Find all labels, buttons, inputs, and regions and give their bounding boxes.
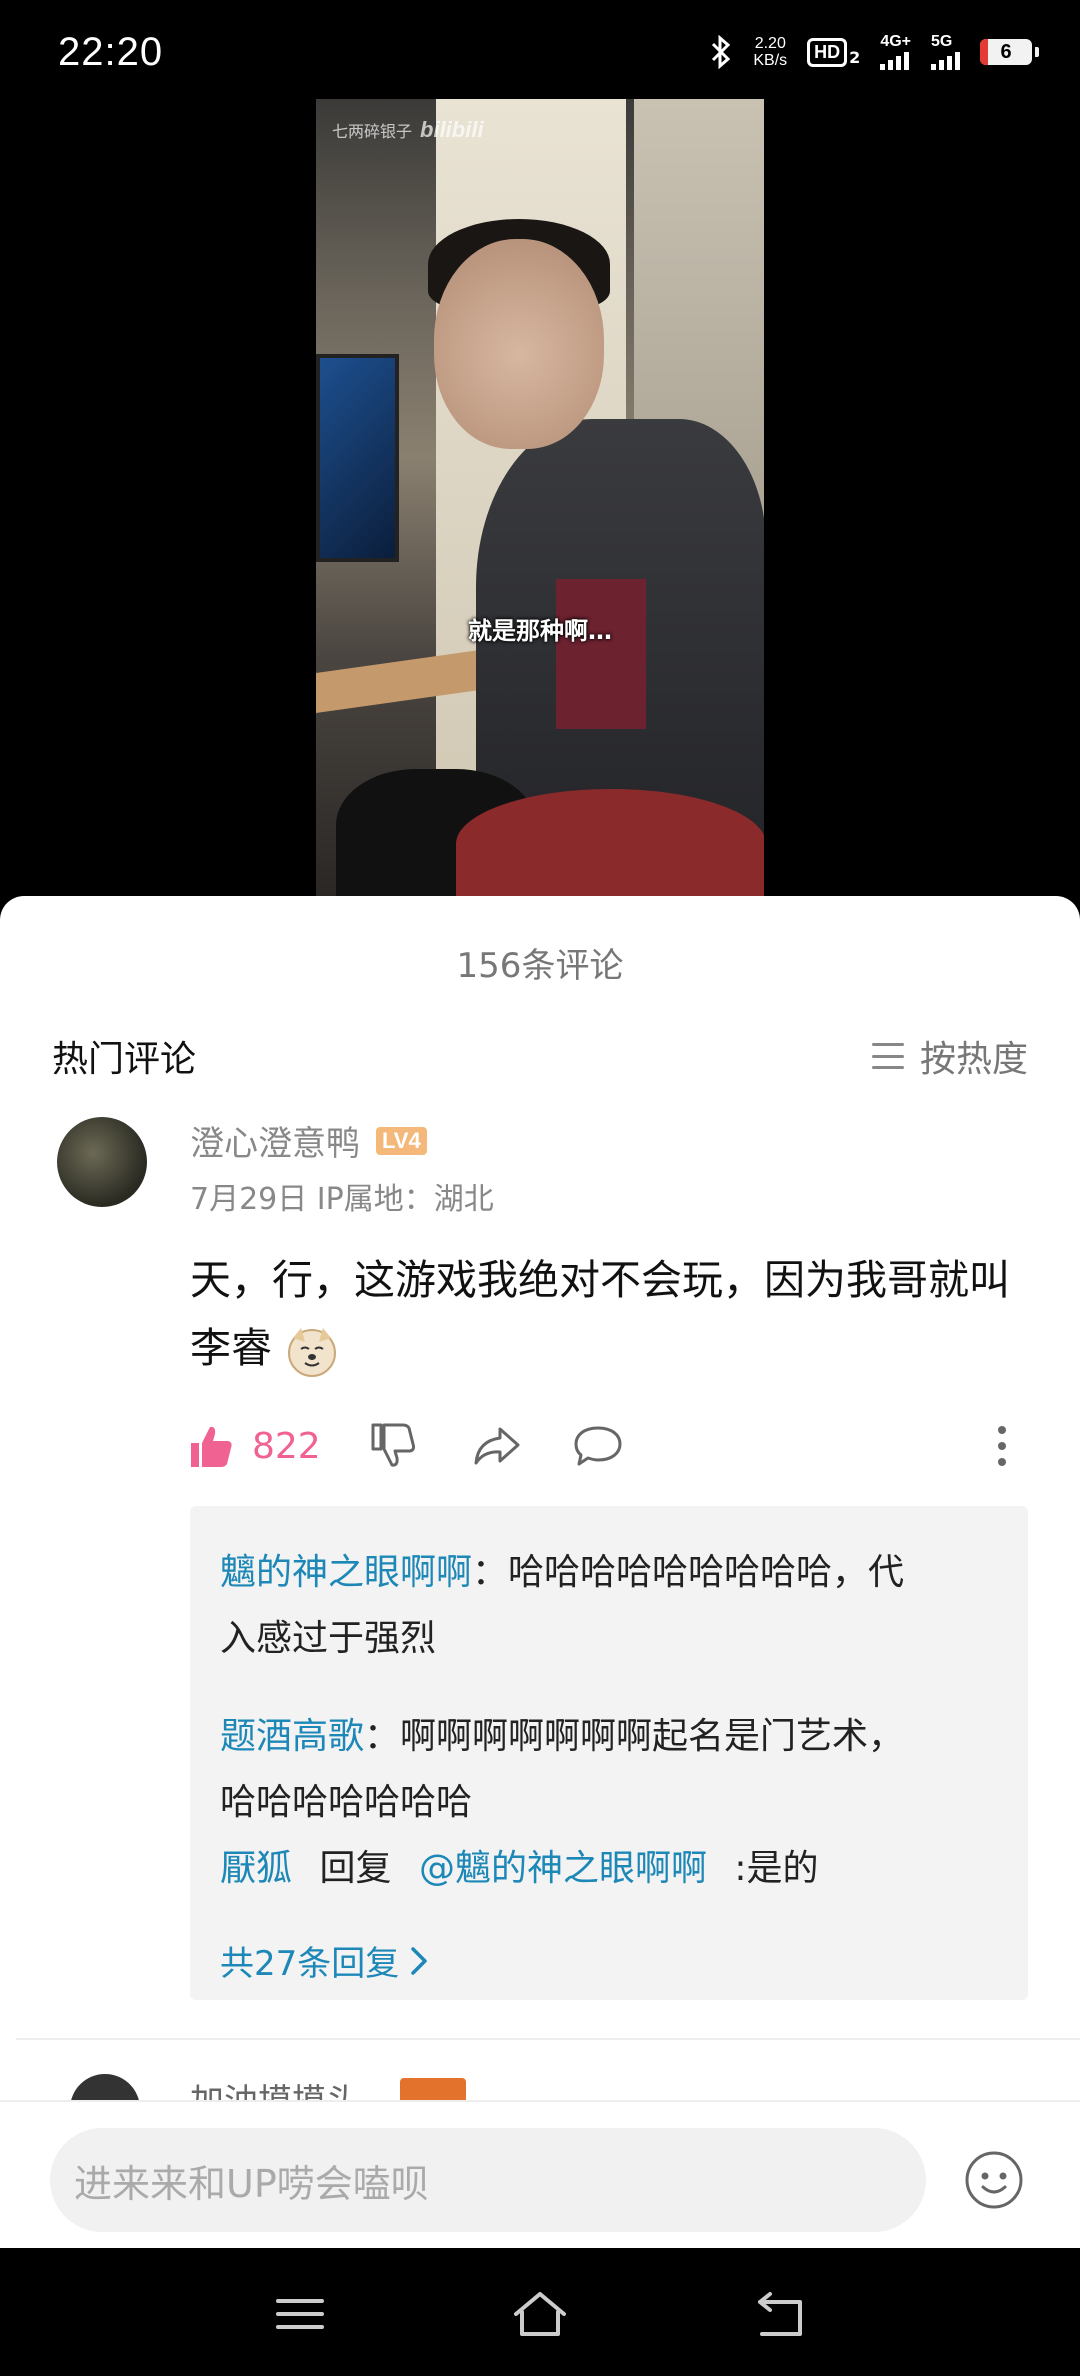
chevron-right-icon bbox=[411, 1946, 428, 1975]
reply-preview[interactable]: 魑的神之眼啊啊：哈哈哈哈哈哈哈哈哈，代入感过于强烈 题酒高歌：啊啊啊啊啊啊啊起名… bbox=[190, 1506, 1028, 2000]
divider bbox=[16, 2038, 1080, 2040]
system-nav-bar bbox=[0, 2248, 1080, 2376]
reply-item[interactable]: 题酒高歌：啊啊啊啊啊啊啊起名是门艺术，哈哈哈哈哈哈哈 bbox=[220, 1704, 920, 1836]
video-watermark: 七两碎银子 bilibili bbox=[332, 117, 484, 142]
more-icon bbox=[998, 1426, 1006, 1466]
reply-author[interactable]: 魑的神之眼啊啊 bbox=[220, 1552, 472, 1593]
like-button[interactable]: 822 bbox=[188, 1416, 321, 1476]
dislike-button[interactable] bbox=[370, 1416, 416, 1476]
comment-body: 天，行，这游戏我绝对不会玩，因为我哥就叫李睿 bbox=[190, 1246, 1020, 1382]
level-badge: LV4 bbox=[376, 1126, 427, 1155]
video-subtitle: 就是那种啊… bbox=[468, 617, 612, 645]
signal-icon: 4G+ bbox=[880, 34, 911, 70]
menu-nav-icon[interactable] bbox=[270, 2286, 330, 2342]
home-nav-icon[interactable] bbox=[510, 2286, 570, 2342]
reply-item[interactable]: 魑的神之眼啊啊：哈哈哈哈哈哈哈哈哈，代入感过于强烈 bbox=[220, 1540, 920, 1672]
mention-link[interactable]: @魑的神之眼啊啊 bbox=[419, 1848, 707, 1889]
section-title: 热门评论 bbox=[52, 1039, 197, 1080]
share-button[interactable] bbox=[472, 1416, 522, 1476]
sort-icon bbox=[871, 1043, 904, 1069]
next-comment-peek[interactable]: 加油摸摸头 bbox=[0, 2074, 1080, 2100]
share-icon bbox=[474, 1427, 520, 1465]
sort-label: 按热度 bbox=[919, 1039, 1028, 1080]
like-icon bbox=[191, 1426, 232, 1467]
comment-input[interactable]: 进来来和UP唠会嗑呗 bbox=[50, 2128, 926, 2232]
reply-icon bbox=[574, 1426, 622, 1466]
more-button[interactable] bbox=[996, 1416, 1008, 1476]
comment-meta: 7月29日 IP属地：湖北 bbox=[190, 1182, 494, 1217]
video-player[interactable]: 七两碎银子 bilibili 就是那种啊… bbox=[316, 99, 764, 896]
status-bar: 22:20 2.20 KB/s HD 2 4G+ 5G 6 bbox=[0, 0, 1080, 100]
reply-button[interactable] bbox=[572, 1416, 624, 1476]
comment-input-bar: 进来来和UP唠会嗑呗 bbox=[0, 2100, 1080, 2248]
comment-sheet: 156条评论 热门评论 按热度 澄心澄意鸭 LV4 7月29日 IP属地：湖北 … bbox=[0, 896, 1080, 2248]
video-frame-part bbox=[316, 354, 399, 562]
status-icons: 2.20 KB/s HD 2 4G+ 5G 6 bbox=[709, 34, 1039, 70]
video-frame-part bbox=[456, 789, 764, 896]
like-count: 822 bbox=[252, 1425, 321, 1467]
view-all-replies-link[interactable]: 共27条回复 bbox=[220, 1936, 429, 1985]
bluetooth-icon bbox=[712, 35, 731, 69]
comment-count: 156条评论 bbox=[456, 946, 624, 986]
reply-author[interactable]: 厭狐 bbox=[220, 1848, 292, 1889]
comment-author[interactable]: 加油摸摸头 bbox=[190, 2074, 360, 2100]
video-frame-part bbox=[556, 579, 646, 729]
sort-button[interactable]: 按热度 bbox=[871, 1030, 1028, 1082]
level-badge bbox=[400, 2078, 466, 2100]
avatar[interactable] bbox=[70, 2074, 140, 2100]
clock: 22:20 bbox=[58, 30, 164, 74]
battery-icon: 6 bbox=[980, 39, 1039, 65]
comment-author[interactable]: 澄心澄意鸭 LV4 bbox=[190, 1116, 427, 1165]
dislike-icon bbox=[371, 1423, 416, 1467]
avatar[interactable] bbox=[57, 1117, 147, 1207]
network-speed: 2.20 KB/s bbox=[753, 35, 788, 69]
signal-icon-5g: 5G bbox=[931, 34, 960, 70]
hd-indicator: HD 2 bbox=[807, 37, 860, 67]
reply-item[interactable]: 厭狐 回复 @魑的神之眼啊啊 :是的 bbox=[220, 1836, 920, 1902]
emoji-icon[interactable] bbox=[964, 2150, 1024, 2210]
comment-actions: 822 bbox=[188, 1416, 1018, 1476]
back-nav-icon[interactable] bbox=[750, 2286, 810, 2342]
video-frame-part bbox=[434, 239, 604, 449]
doge-emoji-icon bbox=[288, 1328, 337, 1377]
reply-author[interactable]: 题酒高歌 bbox=[220, 1716, 364, 1757]
